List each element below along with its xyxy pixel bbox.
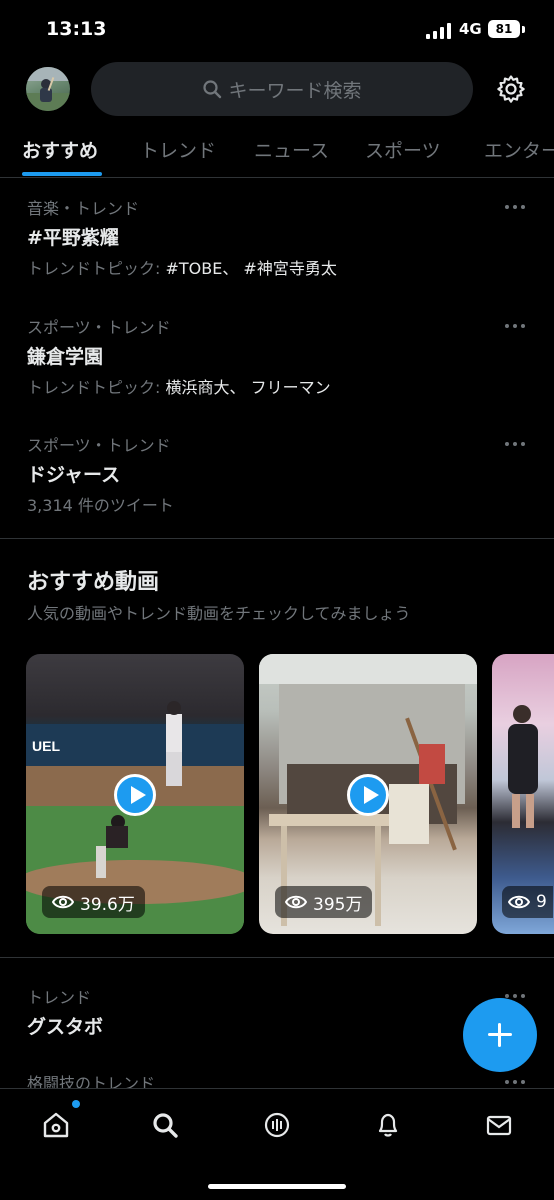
section-subtitle: 人気の動画やトレンド動画をチェックしてみましょう	[27, 604, 411, 623]
view-count-value: 395万	[313, 894, 363, 915]
more-options-icon[interactable]	[505, 1076, 527, 1086]
trend-name: 鎌倉学園	[27, 346, 104, 368]
view-count-value: 9	[536, 892, 547, 912]
video-card[interactable]: 395万	[259, 654, 477, 934]
search-placeholder: キーワード検索	[228, 79, 362, 102]
more-options-icon[interactable]	[505, 320, 527, 330]
trend-category: スポーツ・トレンド	[27, 436, 171, 455]
explore-tabs: おすすめ トレンド ニュース スポーツ エンター	[0, 128, 554, 178]
home-icon[interactable]	[36, 1105, 76, 1145]
section-divider	[0, 957, 554, 958]
video-card[interactable]: 9	[492, 654, 554, 934]
trend-topics: 横浜商大、 フリーマン	[165, 378, 331, 397]
view-count: 395万	[275, 886, 373, 918]
video-card[interactable]: UEL 39.6万	[26, 654, 244, 934]
play-button[interactable]	[114, 774, 156, 816]
network-type: 4G	[459, 20, 482, 38]
trend-category: スポーツ・トレンド	[27, 318, 171, 337]
trend-tweet-count: 3,314 件のツイート	[27, 496, 174, 515]
trend-item[interactable]: 音楽・トレンド #平野紫耀 トレンドトピック: #TOBE、 #神宮寺勇太	[0, 195, 554, 295]
status-time: 13:13	[46, 18, 107, 40]
tab-news[interactable]: ニュース	[254, 136, 329, 163]
compose-plus-icon[interactable]	[463, 998, 537, 1072]
search-bar[interactable]: キーワード検索	[91, 62, 473, 116]
active-tab-indicator	[22, 172, 102, 176]
trend-name: #平野紫耀	[27, 227, 119, 249]
trend-meta-prefix: トレンドトピック:	[27, 378, 166, 397]
tab-recommended[interactable]: おすすめ	[22, 136, 98, 163]
battery-level: 81	[495, 22, 513, 36]
trend-topics: #TOBE、 #神宮寺勇太	[165, 259, 337, 278]
settings-gear-icon[interactable]	[495, 73, 527, 105]
trend-category: トレンド	[27, 988, 92, 1007]
search-icon	[203, 80, 222, 99]
more-options-icon[interactable]	[505, 438, 527, 448]
spaces-icon[interactable]	[257, 1105, 297, 1145]
notification-dot	[72, 1100, 80, 1108]
status-bar: 13:13 4G 81	[0, 0, 554, 60]
messages-icon[interactable]	[479, 1105, 519, 1145]
tab-trending[interactable]: トレンド	[140, 136, 216, 163]
trend-meta: 3,314 件のツイート	[27, 492, 174, 516]
section-divider	[0, 538, 554, 539]
battery-tip	[522, 26, 525, 33]
tab-entertainment[interactable]: エンター	[484, 136, 554, 163]
trend-meta: トレンドトピック: 横浜商大、 フリーマン	[27, 374, 331, 398]
signal-strength-icon	[426, 23, 452, 39]
trend-meta-prefix: トレンドトピック:	[27, 259, 166, 278]
eye-icon	[52, 895, 74, 909]
battery-icon: 81	[488, 20, 520, 38]
trend-name: ドジャース	[27, 464, 121, 486]
trend-meta: トレンドトピック: #TOBE、 #神宮寺勇太	[27, 255, 337, 279]
avatar[interactable]	[26, 67, 70, 111]
trend-category: 音楽・トレンド	[27, 199, 140, 218]
tab-sports[interactable]: スポーツ	[365, 136, 441, 163]
view-count-value: 39.6万	[80, 894, 135, 915]
home-indicator	[208, 1184, 346, 1189]
view-count: 9	[502, 886, 553, 918]
trend-name: グスタボ	[27, 1016, 104, 1038]
more-options-icon[interactable]	[505, 201, 527, 211]
eye-icon	[285, 895, 307, 909]
view-count: 39.6万	[42, 886, 145, 918]
play-button[interactable]	[347, 774, 389, 816]
trend-item[interactable]: スポーツ・トレンド ドジャース 3,314 件のツイート	[0, 432, 554, 532]
section-title: おすすめ動画	[27, 570, 160, 595]
avatar-image	[26, 67, 70, 111]
search-icon[interactable]	[145, 1105, 185, 1145]
eye-icon	[508, 895, 530, 909]
trend-item[interactable]: スポーツ・トレンド 鎌倉学園 トレンドトピック: 横浜商大、 フリーマン	[0, 314, 554, 414]
svg-text:UEL: UEL	[32, 738, 60, 754]
notifications-icon[interactable]	[368, 1105, 408, 1145]
